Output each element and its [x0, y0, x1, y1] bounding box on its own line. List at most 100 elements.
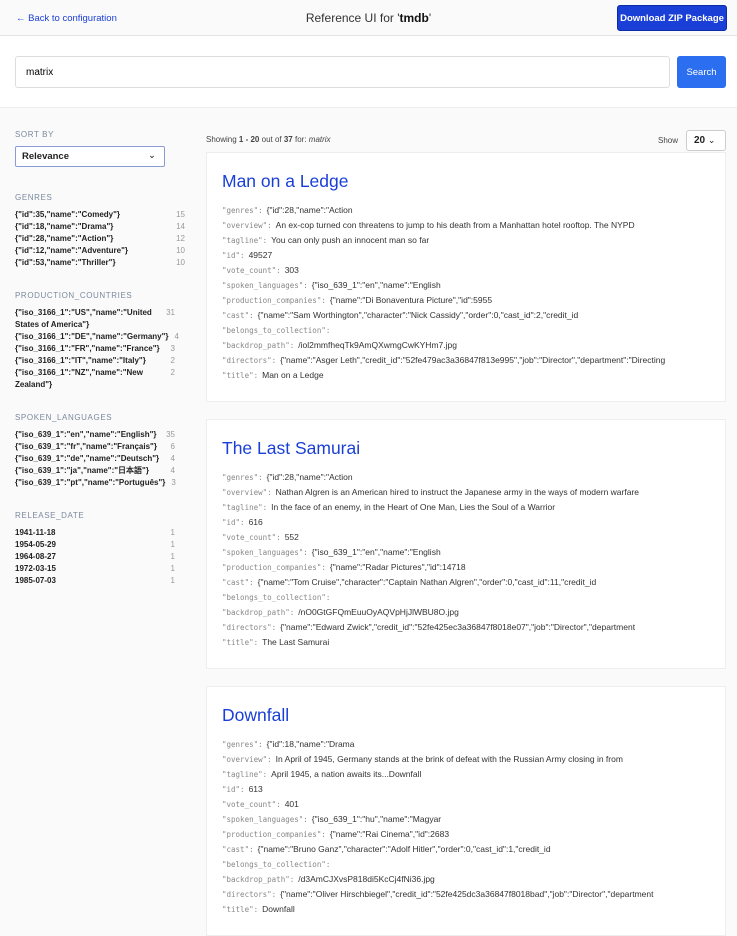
sidebar: SORT BY Relevance ⌄ GENRES {"id":35,"name"… — [15, 130, 185, 587]
result-title[interactable]: The Last Samurai — [222, 438, 710, 459]
field-value: {"iso_639_1":"en","name":"English — [311, 547, 441, 557]
facet-item-label: {"iso_639_1":"ja","name":"日本語"} — [15, 466, 149, 475]
facet-item[interactable]: {"id":28,"name":"Action"} 12 — [15, 233, 185, 245]
field-value: {"id":28,"name":"Action — [266, 205, 353, 215]
facet-item[interactable]: {"iso_3166_1":"US","name":"United States… — [15, 307, 185, 331]
total: 37 — [283, 135, 293, 144]
facet-item[interactable]: {"iso_3166_1":"NZ","name":"New Zealand"}… — [15, 367, 185, 391]
facet-item[interactable]: {"iso_3166_1":"IT","name":"Italy"} 2 — [15, 355, 185, 367]
field-key: "belongs_to_collection": — [222, 860, 331, 869]
field-row: "production_companies": {"name":"Radar Pi… — [222, 560, 710, 575]
page-size-select[interactable]: 20 ⌄ — [686, 130, 726, 151]
field-key: "production_companies": — [222, 296, 326, 305]
download-zip-button[interactable]: Download ZIP Package — [617, 5, 727, 31]
facet-item[interactable]: {"iso_3166_1":"DE","name":"Germany"} 4 — [15, 331, 185, 343]
facet-item-label: 1972-03-15 — [15, 564, 56, 573]
field-row: "tagline": You can only push an innocent … — [222, 233, 710, 248]
field-key: "cast": — [222, 578, 254, 587]
facet-item-label: {"iso_3166_1":"NZ","name":"New Zealand"} — [15, 368, 143, 389]
field-value: {"name":"Di Bonaventura Picture","id":59… — [329, 295, 493, 305]
field-value: {"name":"Bruno Ganz","character":"Adolf … — [257, 844, 551, 854]
field-row: "cast": {"name":"Sam Worthington","charac… — [222, 308, 710, 323]
facet-item-count: 10 — [176, 246, 185, 255]
field-row: "id": 613 — [222, 782, 710, 797]
facet-item-count: 1 — [170, 576, 175, 585]
field-value: You can only push an innocent man so far — [271, 235, 430, 245]
field-key: "genres": — [222, 206, 263, 215]
field-row: "title": Downfall — [222, 902, 710, 917]
field-row: "title": The Last Samurai — [222, 635, 710, 650]
facet-item[interactable]: 1954-05-29 1 — [15, 539, 185, 551]
search-input[interactable] — [15, 56, 670, 88]
sort-by-label: SORT BY — [15, 130, 55, 139]
facet-item-label: 1941-11-18 — [15, 528, 56, 537]
sort-select[interactable]: Relevance ⌄ — [15, 146, 165, 167]
facet-item-count: 35 — [166, 430, 175, 439]
facet-item[interactable]: 1972-03-15 1 — [15, 563, 185, 575]
field-row: "genres": {"id":18,"name":"Drama — [222, 737, 710, 752]
facet-item[interactable]: 1985-07-03 1 — [15, 575, 185, 587]
facet-item-label: 1964-08-27 — [15, 552, 56, 561]
facet-item[interactable]: {"id":12,"name":"Adventure"} 10 — [15, 245, 185, 257]
field-key: "tagline": — [222, 503, 268, 512]
search-button[interactable]: Search — [677, 56, 726, 88]
result-title[interactable]: Man on a Ledge — [222, 171, 710, 192]
facet-item-count: 12 — [176, 234, 185, 243]
facet-item[interactable]: {"iso_639_1":"pt","name":"Português"} 3 — [15, 477, 185, 489]
facet-genres: GENRES {"id":35,"name":"Comedy"} 15 {"id":1… — [15, 193, 185, 269]
facet-item[interactable]: 1964-08-27 1 — [15, 551, 185, 563]
field-key: "directors": — [222, 890, 277, 899]
field-key: "belongs_to_collection": — [222, 593, 331, 602]
facet-item[interactable]: {"id":53,"name":"Thriller"} 10 — [15, 257, 185, 269]
facet-item[interactable]: {"iso_639_1":"ja","name":"日本語"} 4 — [15, 465, 185, 477]
facet-item[interactable]: {"id":18,"name":"Drama"} 14 — [15, 221, 185, 233]
field-key: "cast": — [222, 311, 254, 320]
chevron-down-icon: ⌄ — [707, 135, 716, 145]
facet-item-label: 1954-05-29 — [15, 540, 56, 549]
show-label: Show — [657, 136, 678, 145]
field-key: "id": — [222, 251, 245, 260]
field-row: "cast": {"name":"Tom Cruise","character":… — [222, 575, 710, 590]
field-row: "production_companies": {"name":"Di Bonav… — [222, 293, 710, 308]
field-key: "overview": — [222, 221, 272, 230]
field-key: "production_companies": — [222, 563, 326, 572]
facet-item-label: 1985-07-03 — [15, 576, 56, 585]
facet-item[interactable]: {"iso_639_1":"en","name":"English"} 35 — [15, 429, 185, 441]
for-label: for: — [292, 135, 309, 144]
facet-item[interactable]: {"iso_3166_1":"FR","name":"France"} 3 — [15, 343, 185, 355]
field-key: "vote_count": — [222, 266, 281, 275]
result-card: The Last Samurai "genres": {"id":28,"name"… — [206, 419, 726, 669]
field-key: "id": — [222, 518, 245, 527]
results-summary: Showing 1 - 20 out of 37 for: matrix — [206, 135, 331, 144]
result-title[interactable]: Downfall — [222, 705, 710, 726]
field-row: "id": 616 — [222, 515, 710, 530]
field-key: "title": — [222, 905, 259, 914]
field-value: /d3AmCJXvsP818di5KcCj4fNi36.jpg — [298, 874, 435, 884]
facet-item-count: 2 — [170, 368, 175, 377]
facet-item-count: 3 — [170, 344, 175, 353]
field-value: Downfall — [262, 904, 295, 914]
facet-item[interactable]: 1941-11-18 1 — [15, 527, 185, 539]
field-row: "belongs_to_collection": — [222, 323, 710, 338]
facet-item-count: 1 — [170, 540, 175, 549]
facet-item[interactable]: {"iso_639_1":"de","name":"Deutsch"} 4 — [15, 453, 185, 465]
field-row: "belongs_to_collection": — [222, 857, 710, 872]
field-row: "genres": {"id":28,"name":"Action — [222, 470, 710, 485]
field-key: "backdrop_path": — [222, 341, 295, 350]
field-row: "vote_count": 303 — [222, 263, 710, 278]
field-key: "vote_count": — [222, 533, 281, 542]
facet-item[interactable]: {"iso_639_1":"fr","name":"Français"} 6 — [15, 441, 185, 453]
sort-value: Relevance — [22, 151, 70, 162]
facet-item-count: 4 — [170, 466, 175, 475]
field-value: {"iso_639_1":"en","name":"English — [311, 280, 441, 290]
facet-item[interactable]: {"id":35,"name":"Comedy"} 15 — [15, 209, 185, 221]
field-row: "tagline": April 1945, a nation awaits it… — [222, 767, 710, 782]
field-key: "id": — [222, 785, 245, 794]
field-key: "production_companies": — [222, 830, 326, 839]
facet-item-label: {"iso_3166_1":"DE","name":"Germany"} — [15, 332, 169, 341]
field-key: "title": — [222, 638, 259, 647]
field-row: "id": 49527 — [222, 248, 710, 263]
field-value: 613 — [248, 784, 263, 794]
field-key: "spoken_languages": — [222, 815, 308, 824]
facet-item-count: 15 — [176, 210, 185, 219]
